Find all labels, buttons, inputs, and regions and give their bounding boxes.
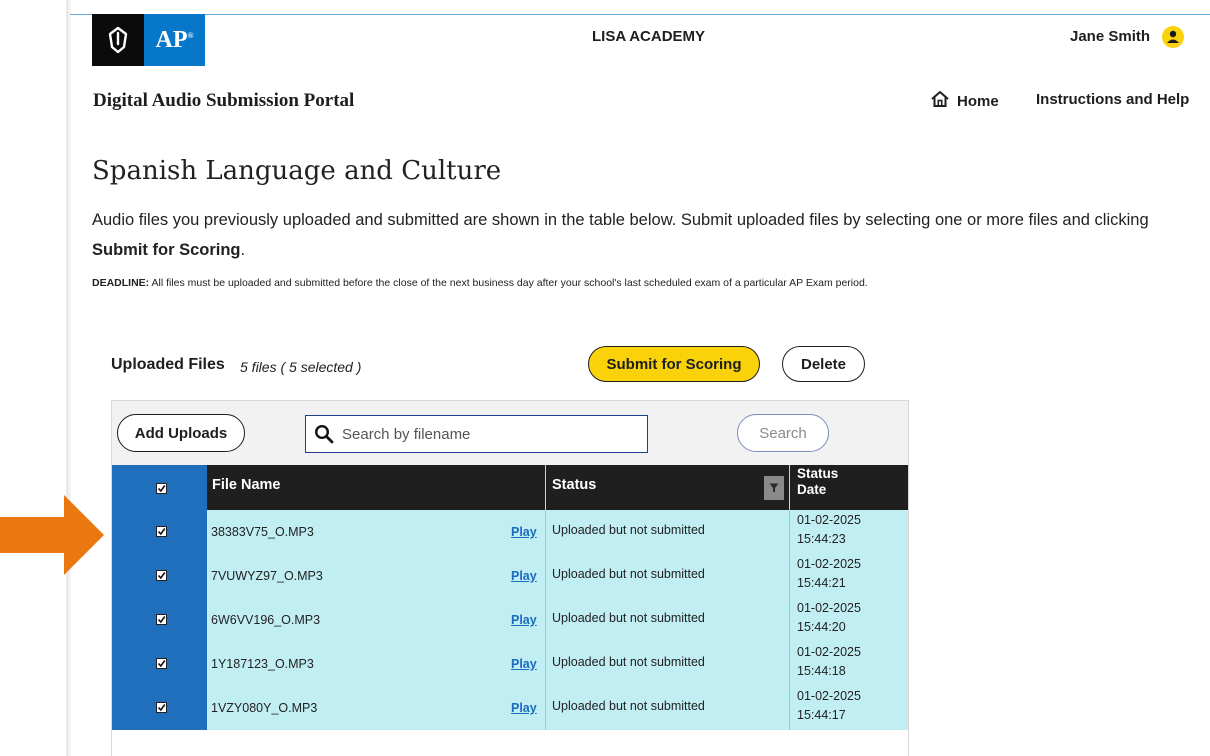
uploaded-files-title: Uploaded Files [111, 356, 225, 373]
uploaded-files-count: 5 files ( 5 selected ) [240, 359, 362, 375]
file-name: 1Y187123_O.MP3 [211, 657, 314, 671]
user-name[interactable]: Jane Smith [1070, 28, 1150, 45]
header-top-border [70, 14, 1210, 15]
play-link[interactable]: Play [511, 701, 537, 715]
status-date: 01-02-2025 15:44:17 [797, 689, 861, 722]
column-divider [545, 510, 546, 730]
row-checkbox[interactable] [156, 658, 167, 669]
search-icon [314, 424, 334, 444]
play-link[interactable]: Play [511, 657, 537, 671]
file-status: Uploaded but not submitted [552, 567, 705, 581]
logo-text: AP ® [144, 14, 205, 66]
search-button[interactable]: Search [737, 414, 829, 452]
search-input[interactable] [342, 425, 632, 443]
acorn-torch-icon [92, 14, 144, 66]
row-checkbox[interactable] [156, 526, 167, 537]
user-avatar-icon[interactable] [1162, 26, 1184, 48]
portal-title: Digital Audio Submission Portal [93, 90, 355, 111]
play-link[interactable]: Play [511, 613, 537, 627]
status-date: 01-02-2025 15:44:18 [797, 645, 861, 678]
home-link[interactable]: Home [930, 90, 999, 112]
file-name: 1VZY080Y_O.MP3 [211, 701, 318, 715]
page-left-edge [66, 0, 71, 756]
file-name: 7VUWYZ97_O.MP3 [211, 569, 323, 583]
arrow-right-icon [0, 495, 104, 575]
file-status: Uploaded but not submitted [552, 611, 705, 625]
status-date: 01-02-2025 15:44:23 [797, 513, 861, 546]
row-checkbox[interactable] [156, 570, 167, 581]
select-all-checkbox[interactable] [156, 483, 167, 494]
status-date: 01-02-2025 15:44:21 [797, 557, 861, 590]
ap-logo[interactable]: AP ® [92, 14, 205, 66]
column-header-status[interactable]: Status [552, 477, 596, 493]
add-uploads-button[interactable]: Add Uploads [117, 414, 245, 452]
column-header-status-date[interactable]: Status Date [797, 466, 857, 498]
column-divider [789, 510, 790, 730]
intro-text: Audio files you previously uploaded and … [92, 211, 1149, 259]
search-field[interactable] [305, 415, 648, 453]
page-title: Spanish Language and Culture [92, 156, 502, 186]
play-link[interactable]: Play [511, 569, 537, 583]
filter-icon[interactable] [764, 476, 784, 500]
play-link[interactable]: Play [511, 525, 537, 539]
deadline-notice: DEADLINE: All files must be uploaded and… [92, 277, 868, 289]
file-name: 6W6VV196_O.MP3 [211, 613, 321, 627]
row-checkbox[interactable] [156, 702, 167, 713]
intro-bold-text: Submit for Scoring [92, 241, 241, 259]
school-name: LISA ACADEMY [592, 28, 706, 45]
file-status: Uploaded but not submitted [552, 523, 705, 537]
file-name: 38383V75_O.MP3 [211, 525, 314, 539]
delete-button[interactable]: Delete [782, 346, 865, 382]
instructions-help-link[interactable]: Instructions and Help [1036, 91, 1189, 108]
home-icon [930, 90, 950, 112]
file-status: Uploaded but not submitted [552, 655, 705, 669]
submit-for-scoring-button[interactable]: Submit for Scoring [588, 346, 760, 382]
file-status: Uploaded but not submitted [552, 699, 705, 713]
status-date: 01-02-2025 15:44:20 [797, 601, 861, 634]
column-header-file-name[interactable]: File Name [212, 477, 281, 493]
home-label: Home [957, 92, 999, 110]
deadline-label: DEADLINE: [92, 277, 150, 289]
row-checkbox[interactable] [156, 614, 167, 625]
